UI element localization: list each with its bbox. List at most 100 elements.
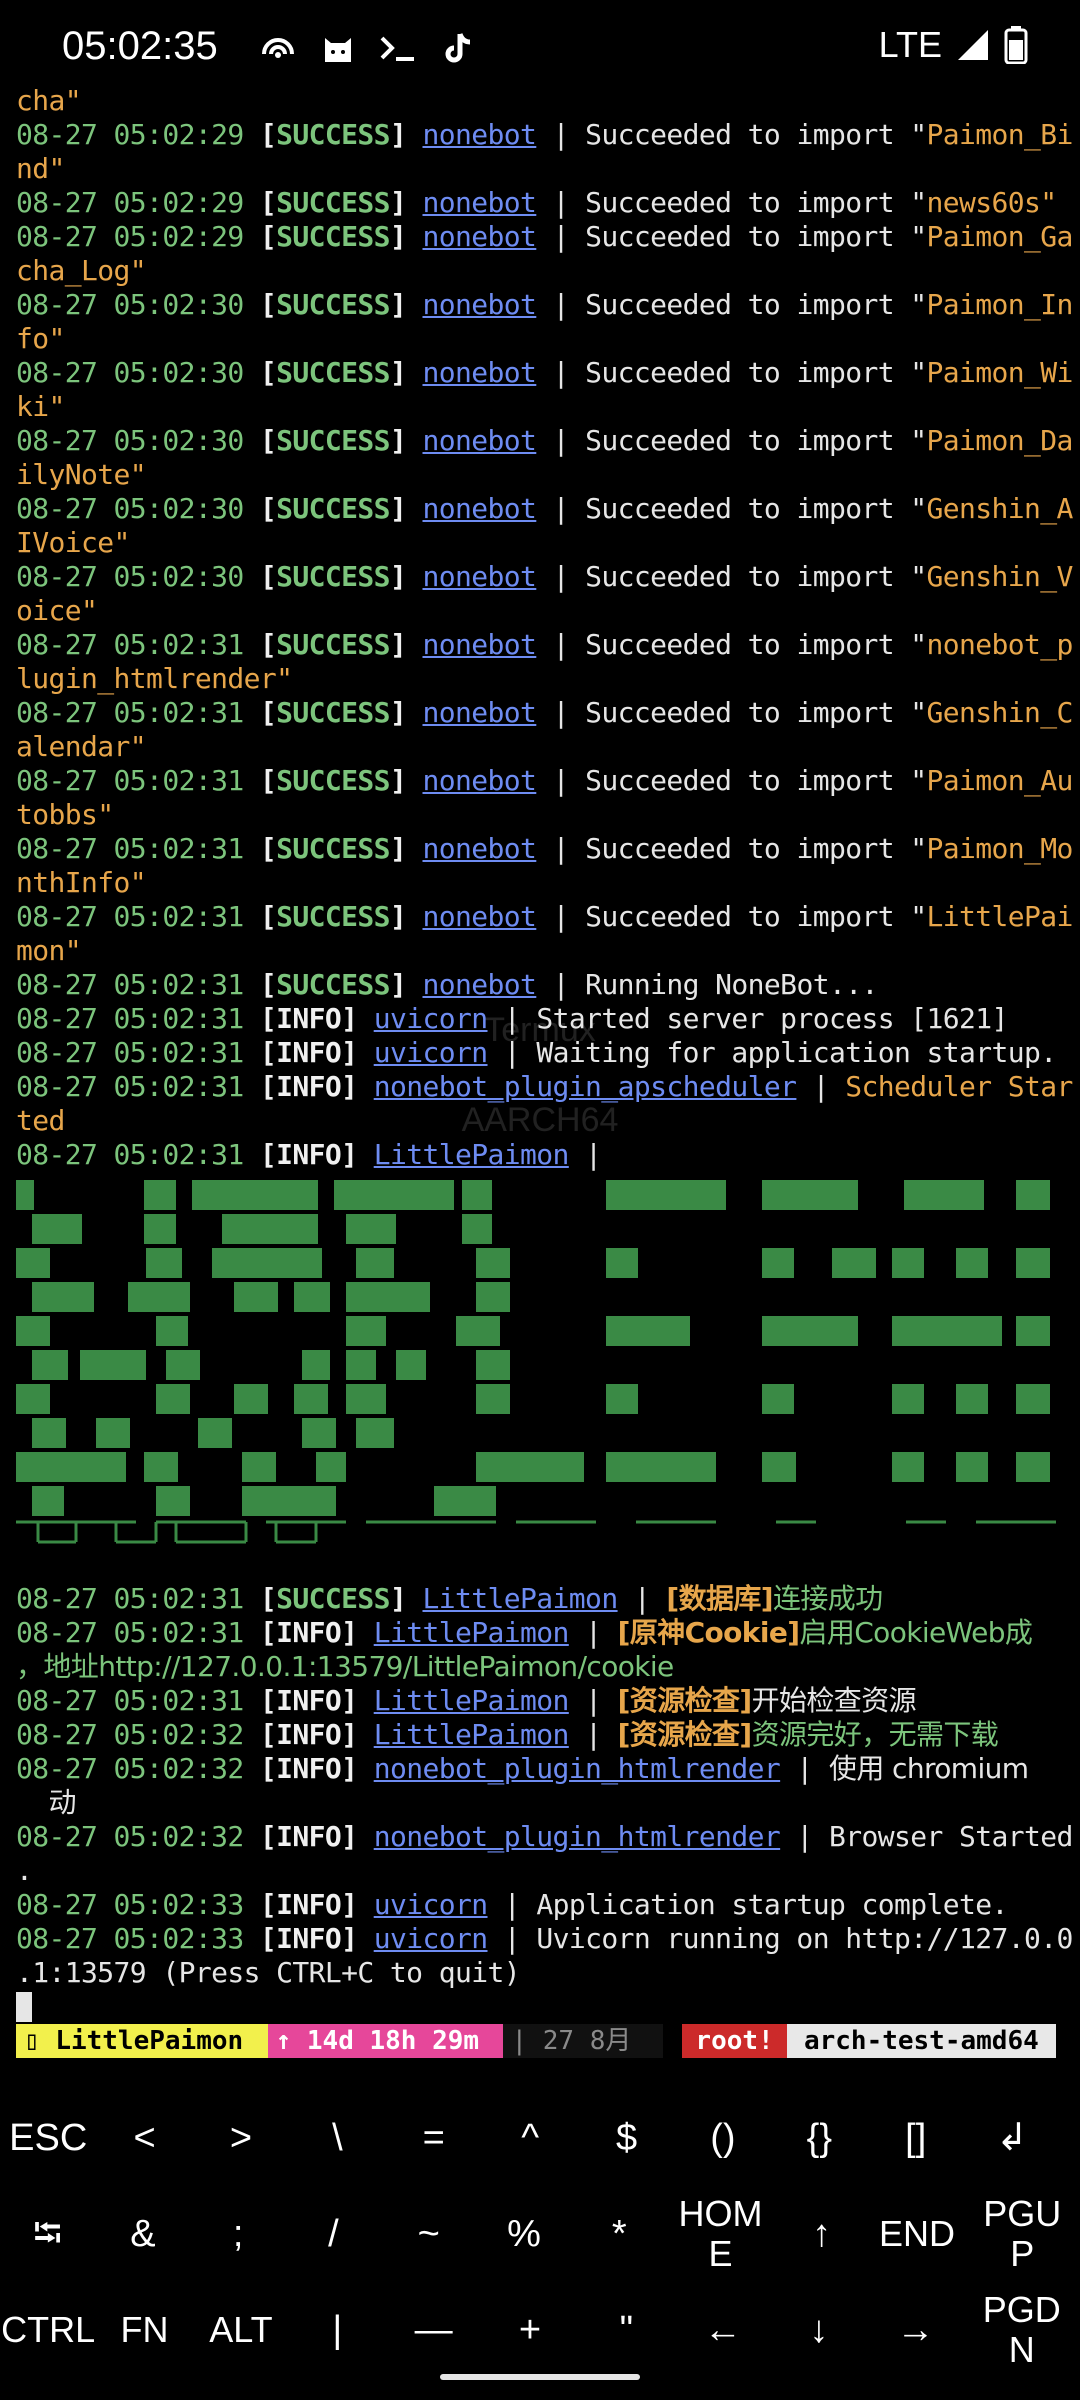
ascii-art-block <box>156 1486 190 1516</box>
key-backslash[interactable]: \ <box>289 2090 385 2186</box>
ascii-art-block <box>396 1350 426 1380</box>
terminal-output[interactable]: cha" 08-27 05:02:29 [SUCCESS] nonebot | … <box>16 84 1073 1172</box>
key-up-arrow-icon[interactable]: ↑ <box>774 2186 869 2282</box>
key-percent[interactable]: % <box>476 2186 571 2282</box>
log-source-link[interactable]: nonebot <box>422 968 536 1001</box>
log-source-link[interactable]: nonebot <box>422 696 536 729</box>
ascii-art-block <box>476 1452 584 1482</box>
terminal-prompt-icon <box>380 36 414 61</box>
ascii-art-block <box>606 1316 690 1346</box>
status-time: 05:02:35 <box>62 24 218 68</box>
key-down-arrow-icon[interactable]: ↓ <box>771 2282 867 2378</box>
log-source-link[interactable]: uvicorn <box>374 1922 488 1955</box>
ascii-art-block <box>234 1282 278 1312</box>
log-entry: 08-27 05:02:31 [INFO] uvicorn | Started … <box>16 1002 1008 1035</box>
key-pipe[interactable]: | <box>289 2282 385 2378</box>
ascii-art-block <box>1016 1452 1050 1482</box>
ascii-art-block <box>346 1350 376 1380</box>
key-brackets[interactable]: [] <box>868 2090 964 2186</box>
ascii-art-block <box>96 1418 130 1448</box>
key-tilde[interactable]: ~ <box>381 2186 476 2282</box>
log-source-link[interactable]: nonebot <box>422 832 536 865</box>
log-source-link[interactable]: LittlePaimon <box>374 1616 570 1649</box>
tiktok-icon <box>445 33 471 63</box>
log-source-link[interactable]: uvicorn <box>374 1036 488 1069</box>
key-left-arrow-icon[interactable]: ← <box>675 2282 771 2378</box>
log-source-link[interactable]: nonebot <box>422 900 536 933</box>
key-parens[interactable]: () <box>675 2090 771 2186</box>
ascii-art-block <box>762 1180 858 1210</box>
key-equals[interactable]: = <box>386 2090 482 2186</box>
key-greater-than[interactable]: > <box>193 2090 289 2186</box>
key-pgdn[interactable]: PGDN <box>964 2282 1080 2378</box>
status-notification-icons <box>258 28 478 68</box>
key-ctrl[interactable]: CTRL <box>0 2282 96 2378</box>
log-source-link[interactable]: nonebot <box>422 186 536 219</box>
log-source-link[interactable]: uvicorn <box>374 1888 488 1921</box>
log-source-link[interactable]: nonebot <box>422 628 536 661</box>
log-source-link[interactable]: LittlePaimon <box>374 1684 570 1717</box>
log-entry: 08-27 05:02:31 [SUCCESS] nonebot | Succe… <box>16 900 1073 967</box>
log-source-link[interactable]: LittlePaimon <box>422 1582 618 1615</box>
log-source-link[interactable]: nonebot_plugin_htmlrender <box>374 1820 781 1853</box>
key-asterisk[interactable]: * <box>572 2186 667 2282</box>
ascii-art-block <box>346 1316 386 1346</box>
log-source-link[interactable]: nonebot <box>422 220 536 253</box>
key-right-arrow-icon[interactable]: → <box>867 2282 963 2378</box>
key-home[interactable]: HOME <box>667 2186 774 2282</box>
ascii-art-block <box>16 1384 50 1414</box>
log-entry: 08-27 05:02:30 [SUCCESS] nonebot | Succe… <box>16 424 1073 491</box>
log-source-link[interactable]: LittlePaimon <box>374 1138 570 1171</box>
ascii-art-block <box>146 1248 182 1278</box>
key-enter-icon[interactable]: ↲ <box>964 2090 1060 2186</box>
ascii-art-block <box>356 1418 394 1448</box>
key-quote[interactable]: " <box>578 2282 674 2378</box>
log-source-link[interactable]: nonebot <box>422 118 536 151</box>
log-source-link[interactable]: nonebot <box>422 492 536 525</box>
log-source-link[interactable]: nonebot_plugin_apscheduler <box>374 1070 797 1103</box>
ascii-art-block <box>166 1350 200 1380</box>
key-dash[interactable]: — <box>385 2282 481 2378</box>
ascii-art-block <box>32 1214 82 1244</box>
tmux-status-bar: ▯ LittlePaimon ↑ 14d 18h 29m | 27 8月 roo… <box>16 2024 1056 2058</box>
key-pgup[interactable]: PGUP <box>965 2186 1080 2282</box>
key-fn[interactable]: FN <box>96 2282 192 2378</box>
ascii-art-block <box>606 1452 716 1482</box>
log-source-link[interactable]: nonebot <box>422 764 536 797</box>
log-source-link[interactable]: LittlePaimon <box>374 1718 570 1751</box>
log-source-link[interactable]: nonebot <box>422 560 536 593</box>
log-source-link[interactable]: nonebot_plugin_htmlrender <box>374 1752 781 1785</box>
key-less-than[interactable]: < <box>96 2090 192 2186</box>
key-semicolon[interactable]: ; <box>191 2186 286 2282</box>
ascii-art-block <box>434 1486 496 1516</box>
ascii-art-block <box>242 1486 336 1516</box>
key-esc[interactable]: ESC <box>0 2090 96 2186</box>
terminal-output-lower[interactable]: 08-27 05:02:31 [SUCCESS] LittlePaimon | … <box>16 1582 1073 1990</box>
ascii-art-block <box>476 1248 510 1278</box>
ascii-art-block <box>144 1452 178 1482</box>
ascii-art-block <box>892 1452 924 1482</box>
log-source-link[interactable]: nonebot <box>422 288 536 321</box>
ascii-art-block <box>762 1384 794 1414</box>
log-entry: 08-27 05:02:31 [SUCCESS] nonebot | Succe… <box>16 832 1073 899</box>
key-ampersand[interactable]: & <box>95 2186 190 2282</box>
gesture-home-indicator[interactable] <box>440 2374 640 2380</box>
ascii-art-block <box>606 1384 638 1414</box>
log-entry: 08-27 05:02:33 [INFO] uvicorn | Uvicorn … <box>16 1922 1073 1989</box>
key-dollar[interactable]: $ <box>578 2090 674 2186</box>
key-plus[interactable]: + <box>482 2282 578 2378</box>
ascii-art-block <box>1016 1248 1050 1278</box>
extra-keys-row-3: CTRL FN ALT | — + " ← ↓ → PGDN <box>0 2282 1080 2378</box>
log-entry: 08-27 05:02:31 [SUCCESS] nonebot | Runni… <box>16 968 878 1001</box>
tmux-session[interactable]: ▯ LittlePaimon <box>16 2024 268 2058</box>
log-source-link[interactable]: nonebot <box>422 424 536 457</box>
key-tab-icon[interactable]: ⭾ <box>0 2186 95 2282</box>
key-end[interactable]: END <box>869 2186 964 2282</box>
key-slash[interactable]: / <box>286 2186 381 2282</box>
key-caret[interactable]: ^ <box>482 2090 578 2186</box>
log-source-link[interactable]: nonebot <box>422 356 536 389</box>
key-alt[interactable]: ALT <box>193 2282 289 2378</box>
ascii-art-block <box>156 1316 188 1346</box>
log-source-link[interactable]: uvicorn <box>374 1002 488 1035</box>
key-braces[interactable]: {} <box>771 2090 867 2186</box>
